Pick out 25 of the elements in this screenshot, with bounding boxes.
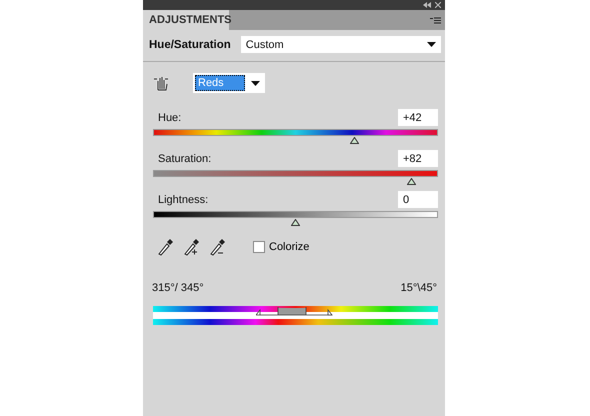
slider-thumb[interactable] (350, 137, 360, 144)
preset-dropdown[interactable]: Custom (240, 36, 441, 53)
close-icon[interactable] (435, 2, 441, 8)
value-field[interactable]: 0 (398, 191, 438, 208)
menu-icon[interactable] (430, 16, 441, 24)
slider-label: Saturation: (158, 152, 212, 164)
range-label: 315°/ 345° (152, 282, 204, 294)
slider-thumb[interactable] (290, 219, 300, 226)
adjustment-title: Hue/Saturation (149, 38, 231, 50)
collapse-icon[interactable] (423, 2, 431, 8)
range-label: 15°\45° (400, 282, 437, 294)
colorize-checkbox[interactable]: Colorize (253, 241, 310, 253)
dropdown-arrow-icon (427, 42, 436, 47)
hand-icon[interactable] (153, 75, 169, 91)
panel-tab[interactable]: ADJUSTMENTS (143, 10, 229, 30)
eyedropper-icon[interactable] (157, 238, 173, 256)
dropdown-arrow-icon (251, 80, 260, 86)
color-range-drawing[interactable] (153, 306, 438, 325)
value-field[interactable]: +42 (398, 109, 438, 126)
eyedropper-minus-icon[interactable] (209, 238, 225, 256)
slider-thumb[interactable] (407, 178, 416, 185)
slider-label: Hue: (158, 112, 182, 124)
slider-label: Lightness: (158, 194, 208, 206)
value-field[interactable]: +82 (398, 150, 438, 167)
eyedropper-plus-icon[interactable] (183, 238, 199, 256)
